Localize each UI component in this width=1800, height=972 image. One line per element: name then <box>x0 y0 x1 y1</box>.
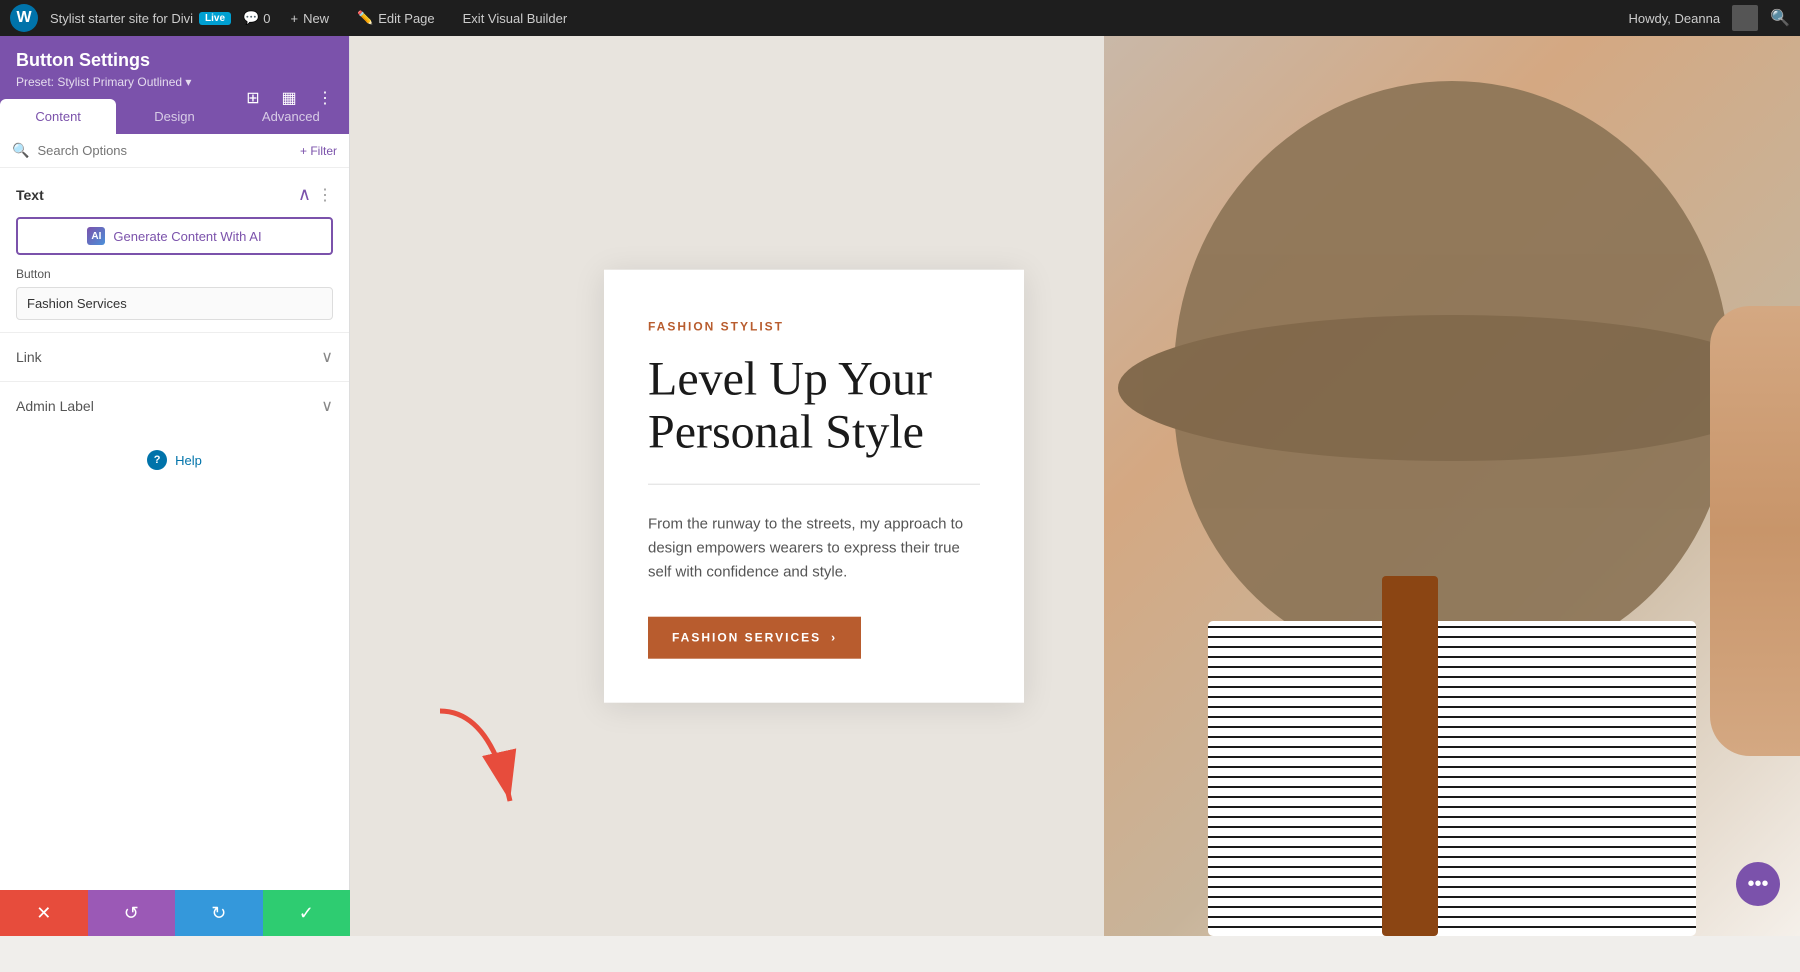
new-button[interactable]: + New <box>282 7 337 30</box>
card-divider <box>648 483 980 484</box>
link-section: Link ∨ <box>0 332 349 381</box>
help-section: ? Help <box>0 430 349 490</box>
header-icons: ⊞ ▦ ⋮ <box>239 84 339 112</box>
search-bar: 🔍 + Filter <box>0 134 349 168</box>
redo-icon: ↻ <box>211 903 226 924</box>
filter-button[interactable]: + Filter <box>300 144 337 158</box>
settings-icon[interactable]: ⊞ <box>239 84 267 112</box>
arm-image <box>1710 306 1800 756</box>
bg-right-panel <box>1104 36 1800 936</box>
tab-content[interactable]: Content <box>0 99 116 134</box>
section-controls: ∧ ⋮ <box>298 184 333 205</box>
floating-more-button[interactable]: ••• <box>1736 862 1780 906</box>
admin-label-section-header[interactable]: Admin Label ∨ <box>16 382 333 430</box>
fashion-services-button[interactable]: FASHION SERVICES › <box>648 616 861 658</box>
main-content: FASHION STYLIST Level Up Your Personal S… <box>350 36 1800 936</box>
search-icon: 🔍 <box>12 142 29 159</box>
collapse-arrow[interactable]: ∧ <box>298 184 311 205</box>
cancel-button[interactable]: ✕ <box>0 890 88 936</box>
sidebar-header: Button Settings Preset: Stylist Primary … <box>0 36 349 99</box>
link-chevron-icon: ∨ <box>321 347 333 367</box>
text-section-header: Text ∧ ⋮ <box>0 168 349 213</box>
hat-image <box>1174 81 1731 666</box>
title-line1: Level Up Your <box>648 353 932 406</box>
columns-icon[interactable]: ▦ <box>275 84 303 112</box>
button-field-label: Button <box>16 267 333 281</box>
edit-page-button[interactable]: ✏️ Edit Page <box>349 6 443 30</box>
ai-button-label: Generate Content With AI <box>113 229 261 244</box>
hero-background <box>350 36 1800 936</box>
search-input[interactable] <box>37 143 292 158</box>
user-avatar[interactable] <box>1732 5 1758 31</box>
comment-count[interactable]: 💬 0 <box>243 10 270 26</box>
site-name: Stylist starter site for Divi <box>50 11 193 26</box>
admin-label-section: Admin Label ∨ <box>0 381 349 430</box>
button-label-section: Button <box>0 267 349 332</box>
bag-strap <box>1382 576 1438 936</box>
admin-label-title: Admin Label <box>16 398 94 414</box>
link-title: Link <box>16 349 42 365</box>
ai-icon: AI <box>87 227 105 245</box>
more-dots-icon: ••• <box>1747 873 1768 896</box>
save-icon: ✓ <box>299 903 314 924</box>
site-link[interactable]: Stylist starter site for Divi Live <box>50 11 231 26</box>
more-icon[interactable]: ⋮ <box>311 84 339 112</box>
save-button[interactable]: ✓ <box>263 890 351 936</box>
live-badge: Live <box>199 12 231 25</box>
undo-button[interactable]: ↺ <box>88 890 176 936</box>
bottom-toolbar: ✕ ↺ ↻ ✓ <box>0 890 350 936</box>
exit-builder-button[interactable]: Exit Visual Builder <box>455 7 576 30</box>
sidebar-body: 🔍 + Filter Text ∧ ⋮ AI Generate Content … <box>0 134 349 936</box>
admin-chevron-icon: ∨ <box>321 396 333 416</box>
sidebar-panel: Button Settings Preset: Stylist Primary … <box>0 36 350 936</box>
wordpress-logo[interactable]: W <box>10 4 38 32</box>
striped-shirt <box>1208 621 1695 936</box>
panel-title: Button Settings <box>16 50 333 71</box>
right-edge-image <box>1710 306 1800 756</box>
plus-icon: + <box>290 11 298 26</box>
fashion-figure <box>1104 36 1800 936</box>
hero-card: FASHION STYLIST Level Up Your Personal S… <box>604 270 1024 703</box>
button-arrow-icon: › <box>831 630 837 644</box>
button-text: FASHION SERVICES <box>672 630 821 644</box>
card-title: Level Up Your Personal Style <box>648 354 980 460</box>
section-more-dots[interactable]: ⋮ <box>317 185 333 205</box>
edit-page-label: Edit Page <box>378 11 434 26</box>
edit-icon: ✏️ <box>357 10 373 26</box>
text-section-title: Text <box>16 187 44 203</box>
card-body-text: From the runway to the streets, my appro… <box>648 512 980 584</box>
howdy-text: Howdy, Deanna <box>1629 11 1721 26</box>
help-link[interactable]: Help <box>175 453 202 468</box>
top-nav-bar: W Stylist starter site for Divi Live 💬 0… <box>0 0 1800 36</box>
button-text-input[interactable] <box>16 287 333 320</box>
comment-number: 0 <box>263 11 270 26</box>
comment-icon: 💬 <box>243 10 259 26</box>
title-line2: Personal Style <box>648 406 924 459</box>
redo-button[interactable]: ↻ <box>175 890 263 936</box>
new-label: New <box>303 11 329 26</box>
card-eyebrow: FASHION STYLIST <box>648 320 980 334</box>
search-icon[interactable]: 🔍 <box>1770 8 1790 28</box>
help-icon: ? <box>147 450 167 470</box>
cancel-icon: ✕ <box>36 903 51 924</box>
undo-icon: ↺ <box>124 903 139 924</box>
link-section-header[interactable]: Link ∨ <box>16 333 333 381</box>
tab-design[interactable]: Design <box>116 99 232 134</box>
exit-label: Exit Visual Builder <box>463 11 568 26</box>
generate-ai-button[interactable]: AI Generate Content With AI <box>16 217 333 255</box>
nav-right-section: Howdy, Deanna 🔍 <box>1629 5 1790 31</box>
hat-brim <box>1118 315 1786 461</box>
fashion-photo <box>1104 36 1800 936</box>
filter-label: + Filter <box>300 144 337 158</box>
